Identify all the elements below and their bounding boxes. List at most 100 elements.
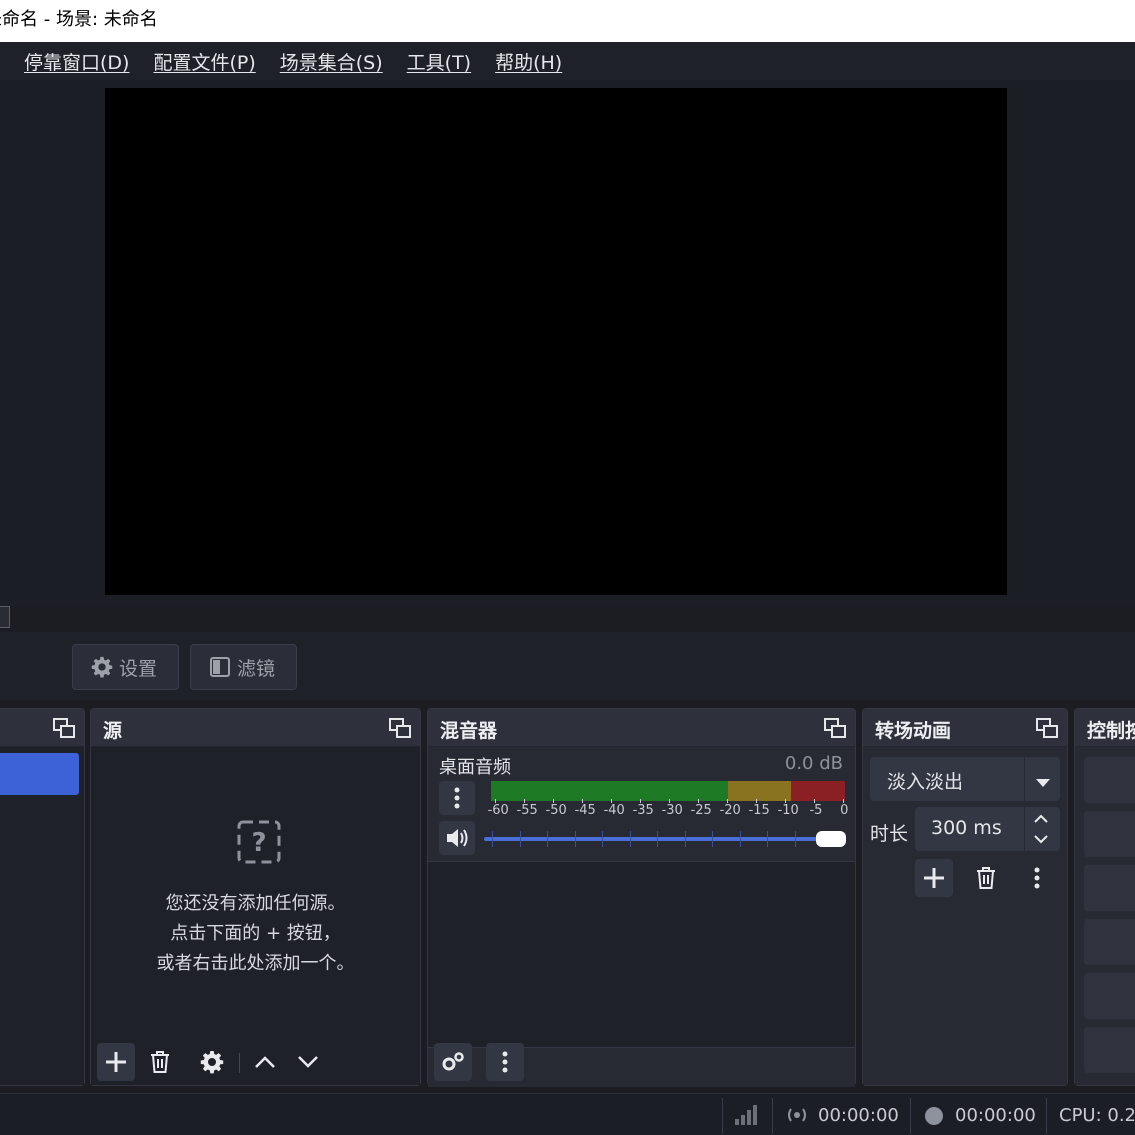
sources-title: 源 (103, 720, 123, 742)
menu-scene-collection[interactable]: 场景集合(S) (280, 48, 383, 75)
window-title-bar: 未命名 - 场景: 未命名 (0, 0, 1135, 42)
undock-icon[interactable] (388, 716, 412, 740)
menu-profile[interactable]: 配置文件(P) (153, 48, 255, 75)
add-transition-button[interactable] (915, 859, 953, 897)
chevron-down-icon (298, 1056, 318, 1068)
status-bar: 00:00:00 00:00:00 CPU: 0.2 (0, 1093, 1135, 1135)
slider-tick (574, 831, 576, 847)
controls-title: 控制按钮 (1087, 720, 1135, 742)
filter-icon (209, 656, 231, 678)
trash-icon (977, 867, 995, 889)
meter-scale-label: -60 (487, 803, 509, 818)
meter-scale-tick (756, 799, 757, 803)
mixer-dock-header: 混音器 (428, 709, 855, 747)
resize-handle[interactable] (0, 606, 10, 628)
stream-time: 00:00:00 (818, 1105, 899, 1126)
spin-up-icon[interactable] (1033, 811, 1049, 830)
control-button-6[interactable] (1084, 1027, 1135, 1073)
transitions-dock-header: 转场动画 (863, 709, 1067, 747)
filters-label: 滤镜 (237, 657, 276, 680)
trash-icon (151, 1051, 169, 1073)
spin-divider (1024, 807, 1025, 851)
remove-source-button[interactable] (141, 1043, 179, 1081)
spin-down-icon[interactable] (1033, 831, 1049, 850)
meter-scale-label: -25 (690, 803, 712, 818)
meter-scale-tick (495, 799, 496, 803)
transition-menu-button[interactable] (1018, 859, 1056, 897)
slider-handle[interactable] (816, 831, 846, 847)
undock-icon[interactable] (1035, 716, 1059, 740)
channel-menu-button[interactable] (439, 781, 475, 815)
meter-scale-label: -55 (516, 803, 538, 818)
status-separator (910, 1098, 911, 1134)
record-icon (924, 1106, 944, 1130)
select-divider (1024, 757, 1025, 801)
chevron-down-icon (1035, 773, 1051, 792)
meter-scale-label: -10 (777, 803, 799, 818)
meter-scale-tick (524, 799, 525, 803)
signal-bars-icon (734, 1103, 760, 1129)
mixer-channel: 桌面音频 0.0 dB -60 -55 -50 -45 -40 -35 -30 -25 -20-… (428, 747, 855, 862)
slider-tick (629, 831, 631, 847)
meter-scale-tick (640, 799, 641, 803)
sources-dock-header: 源 (91, 709, 420, 747)
move-source-up-button[interactable] (246, 1043, 284, 1081)
status-separator (722, 1098, 723, 1134)
sources-list[interactable]: ? 您还没有添加任何源。 点击下面的 + 按钮， 或者右击此处添加一个。 (91, 747, 420, 1085)
chevron-up-icon (255, 1056, 275, 1068)
meter-yellow (728, 781, 791, 801)
advanced-audio-button[interactable] (434, 1043, 472, 1081)
meter-scale-label: -20 (719, 803, 741, 818)
mute-button[interactable] (439, 821, 475, 855)
scenes-list (0, 747, 84, 1085)
move-source-down-button[interactable] (289, 1043, 327, 1081)
control-button-3[interactable] (1084, 865, 1135, 911)
filters-button[interactable]: 滤镜 (190, 644, 297, 690)
meter-scale-tick (553, 799, 554, 803)
control-button-1[interactable] (1084, 757, 1135, 803)
controls-dock-header: 控制按钮 (1075, 709, 1135, 747)
slider-tick (519, 831, 521, 847)
gears-icon (442, 1052, 464, 1071)
speaker-icon (447, 829, 468, 847)
meter-scale-label: -30 (661, 803, 683, 818)
transition-select[interactable]: 淡入淡出 (870, 757, 1060, 801)
menu-tools[interactable]: 工具(T) (407, 48, 471, 75)
preview-canvas[interactable] (105, 88, 1007, 595)
undock-icon[interactable] (823, 716, 847, 740)
mixer-dock: 混音器 桌面音频 0.0 dB -60 -55 -50 -45 -40 -35 -30 -25… (427, 708, 856, 1087)
transitions-dock: 转场动画 淡入淡出 时长 300 ms (862, 708, 1068, 1086)
scenes-dock-header (0, 709, 84, 747)
preview-area (0, 80, 1135, 606)
control-button-4[interactable] (1084, 919, 1135, 965)
remove-transition-button[interactable] (967, 859, 1005, 897)
scenes-dock (0, 708, 85, 1086)
stream-icon (786, 1105, 808, 1129)
mixer-menu-button[interactable] (486, 1043, 524, 1081)
control-button-2[interactable] (1084, 811, 1135, 857)
meter-scale-label: -5 (809, 803, 823, 818)
gear-icon (200, 1051, 224, 1074)
control-button-5[interactable] (1084, 973, 1135, 1019)
scene-item-selected[interactable] (0, 753, 79, 795)
duration-spinbox[interactable]: 300 ms (915, 807, 1060, 851)
duration-value: 300 ms (931, 817, 1002, 839)
gear-icon (91, 656, 113, 678)
transition-selected: 淡入淡出 (887, 771, 964, 793)
meter-scale-tick (669, 799, 670, 803)
transitions-body: 淡入淡出 时长 300 ms (863, 747, 1067, 1085)
mixer-title: 混音器 (440, 720, 498, 742)
meter-scale-label: -40 (603, 803, 625, 818)
settings-label: 设置 (119, 657, 158, 680)
menu-docks[interactable]: 停靠窗口(D) (24, 48, 129, 75)
source-properties-button[interactable] (193, 1043, 231, 1081)
settings-button[interactable]: 设置 (72, 644, 179, 690)
sources-empty-line-3: 或者右击此处添加一个。 (156, 953, 355, 974)
slider-tick (794, 831, 796, 847)
volume-slider[interactable] (484, 827, 846, 851)
add-source-button[interactable] (97, 1043, 135, 1081)
meter-scale-label: -45 (574, 803, 596, 818)
kebab-icon (502, 1051, 508, 1073)
undock-icon[interactable] (52, 716, 76, 740)
menu-help[interactable]: 帮助(H) (495, 48, 562, 75)
